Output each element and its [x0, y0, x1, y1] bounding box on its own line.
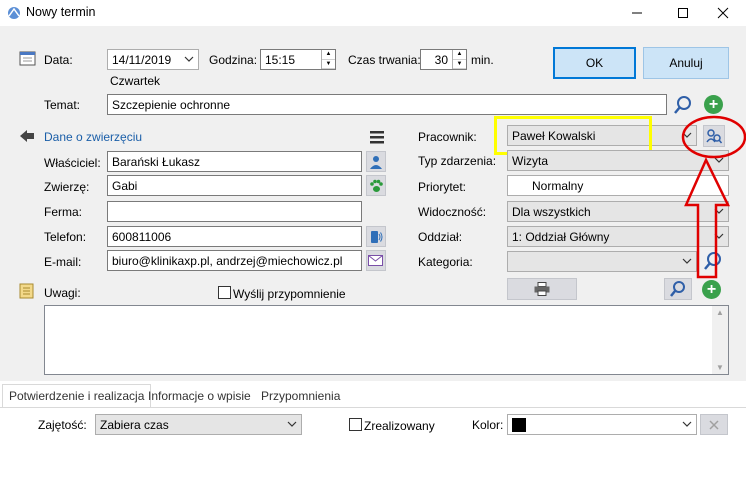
- close-icon: [709, 419, 719, 430]
- print-button[interactable]: [507, 278, 577, 300]
- occupancy-value: Zabiera czas: [100, 417, 169, 432]
- completed-label: Zrealizowany: [364, 419, 435, 433]
- close-button[interactable]: [700, 0, 746, 26]
- czas-label: Czas trwania:: [348, 53, 421, 67]
- call-button[interactable]: [366, 226, 386, 247]
- annotation-overlay: [681, 115, 746, 279]
- date-value: 14/11/2019: [112, 52, 172, 67]
- kolor-label: Kolor:: [472, 418, 504, 432]
- cancel-button[interactable]: Anuluj: [643, 47, 729, 79]
- app-icon: [8, 7, 20, 19]
- ferma-label: Ferma:: [44, 205, 83, 219]
- reminder-label: Wyślij przypomnienie: [233, 287, 346, 301]
- animal-input[interactable]: Gabi: [107, 175, 362, 196]
- menu-icon[interactable]: [370, 130, 384, 144]
- envelope-icon: [368, 254, 383, 266]
- paw-icon: [370, 179, 383, 192]
- phone-input[interactable]: 600811006: [107, 226, 362, 247]
- duration-input[interactable]: 30 ▲ ▼: [420, 49, 467, 70]
- subject-value: Szczepienie ochronne: [112, 97, 231, 112]
- animal-value: Gabi: [112, 178, 138, 193]
- ok-button[interactable]: OK: [553, 47, 636, 79]
- subject-input[interactable]: Szczepienie ochronne: [107, 94, 667, 115]
- minimize-button[interactable]: [614, 0, 660, 26]
- visibility-value: Dla wszystkich: [512, 204, 591, 219]
- completed-checkbox[interactable]: [349, 418, 362, 431]
- animal-label: Zwierzę:: [44, 180, 90, 194]
- tab-strip: Potwierdzenie i realizacja Informacje o …: [0, 381, 746, 407]
- email-label: E-mail:: [44, 255, 82, 269]
- uwagi-label: Uwagi:: [44, 286, 81, 300]
- animal-section-title: Dane o zwierzęciu: [44, 130, 143, 144]
- notes-icon: [19, 283, 34, 299]
- notes-scrollbar[interactable]: ▲ ▼: [712, 306, 728, 374]
- category-select[interactable]: [507, 251, 697, 272]
- time-spinner[interactable]: ▲ ▼: [321, 50, 335, 69]
- oddzial-label: Oddział:: [418, 230, 463, 244]
- notes-textarea[interactable]: ▲ ▼: [44, 305, 729, 375]
- animal-button[interactable]: [366, 175, 386, 196]
- reminder-checkbox[interactable]: [218, 286, 231, 299]
- scroll-down-icon[interactable]: ▼: [712, 363, 728, 372]
- tab-confirmation[interactable]: Potwierdzenie i realizacja: [2, 384, 152, 407]
- search-icon[interactable]: [673, 95, 693, 115]
- typ-label: Typ zdarzenia:: [418, 154, 497, 168]
- owner-label: Właściciel:: [44, 156, 101, 170]
- priorytet-label: Priorytet:: [418, 180, 467, 194]
- ferma-input[interactable]: [107, 201, 362, 222]
- phone-icon: [371, 230, 383, 243]
- date-picker[interactable]: 14/11/2019: [107, 49, 199, 70]
- tab-reminders[interactable]: Przypomnienia: [255, 384, 346, 407]
- close-icon: [717, 7, 729, 19]
- spin-up-icon[interactable]: ▲: [453, 50, 466, 60]
- printer-icon: [534, 282, 550, 296]
- color-select[interactable]: [507, 414, 697, 435]
- minimize-icon: [632, 12, 642, 14]
- window-title: Nowy termin: [26, 5, 96, 19]
- phone-value: 600811006: [112, 229, 172, 244]
- data-label: Data:: [44, 53, 73, 67]
- email-value: biuro@klinikaxp.pl, andrzej@miechowicz.p…: [112, 253, 343, 268]
- email-input[interactable]: biuro@klinikaxp.pl, andrzej@miechowicz.p…: [107, 250, 362, 271]
- maximize-icon: [678, 8, 688, 18]
- calendar-icon: [19, 51, 36, 66]
- priority-value: Normalny: [532, 178, 584, 193]
- telefon-label: Telefon:: [44, 230, 87, 244]
- title-bar: Nowy termin: [0, 0, 746, 26]
- spin-up-icon[interactable]: ▲: [322, 50, 335, 60]
- duration-spinner[interactable]: ▲ ▼: [452, 50, 466, 69]
- chevron-down-icon: [682, 421, 692, 427]
- godzina-label: Godzina:: [209, 53, 258, 67]
- zajetosc-label: Zajętość:: [38, 418, 87, 432]
- chevron-down-icon: [287, 421, 297, 427]
- weekday-label: Czwartek: [110, 74, 161, 88]
- pracownik-label: Pracownik:: [418, 130, 477, 144]
- time-value: 15:15: [265, 52, 296, 67]
- branch-value: 1: Oddział Główny: [512, 229, 610, 244]
- event-type-value: Wizyta: [512, 153, 548, 168]
- person-icon: [370, 155, 382, 169]
- duration-value: 30: [434, 52, 448, 67]
- owner-input[interactable]: Barański Łukasz: [107, 151, 362, 172]
- duration-unit: min.: [471, 53, 494, 67]
- temat-label: Temat:: [44, 98, 81, 112]
- add-icon[interactable]: +: [704, 95, 723, 114]
- paw-arrow-icon: [20, 130, 34, 142]
- owner-value: Barański Łukasz: [112, 154, 201, 169]
- time-input[interactable]: 15:15 ▲ ▼: [260, 49, 336, 70]
- kategoria-label: Kategoria:: [418, 255, 473, 269]
- scroll-up-icon[interactable]: ▲: [712, 308, 728, 317]
- color-swatch: [512, 417, 526, 432]
- send-email-button[interactable]: [366, 250, 386, 271]
- spin-down-icon[interactable]: ▼: [453, 60, 466, 69]
- occupancy-select[interactable]: Zabiera czas: [95, 414, 302, 435]
- tab-entry-info[interactable]: Informacje o wpisie: [142, 384, 257, 407]
- owner-button[interactable]: [366, 151, 386, 172]
- widocznosc-label: Widoczność:: [418, 205, 487, 219]
- clear-color-button[interactable]: [700, 414, 728, 435]
- chevron-down-icon: [184, 56, 194, 62]
- spin-down-icon[interactable]: ▼: [322, 60, 335, 69]
